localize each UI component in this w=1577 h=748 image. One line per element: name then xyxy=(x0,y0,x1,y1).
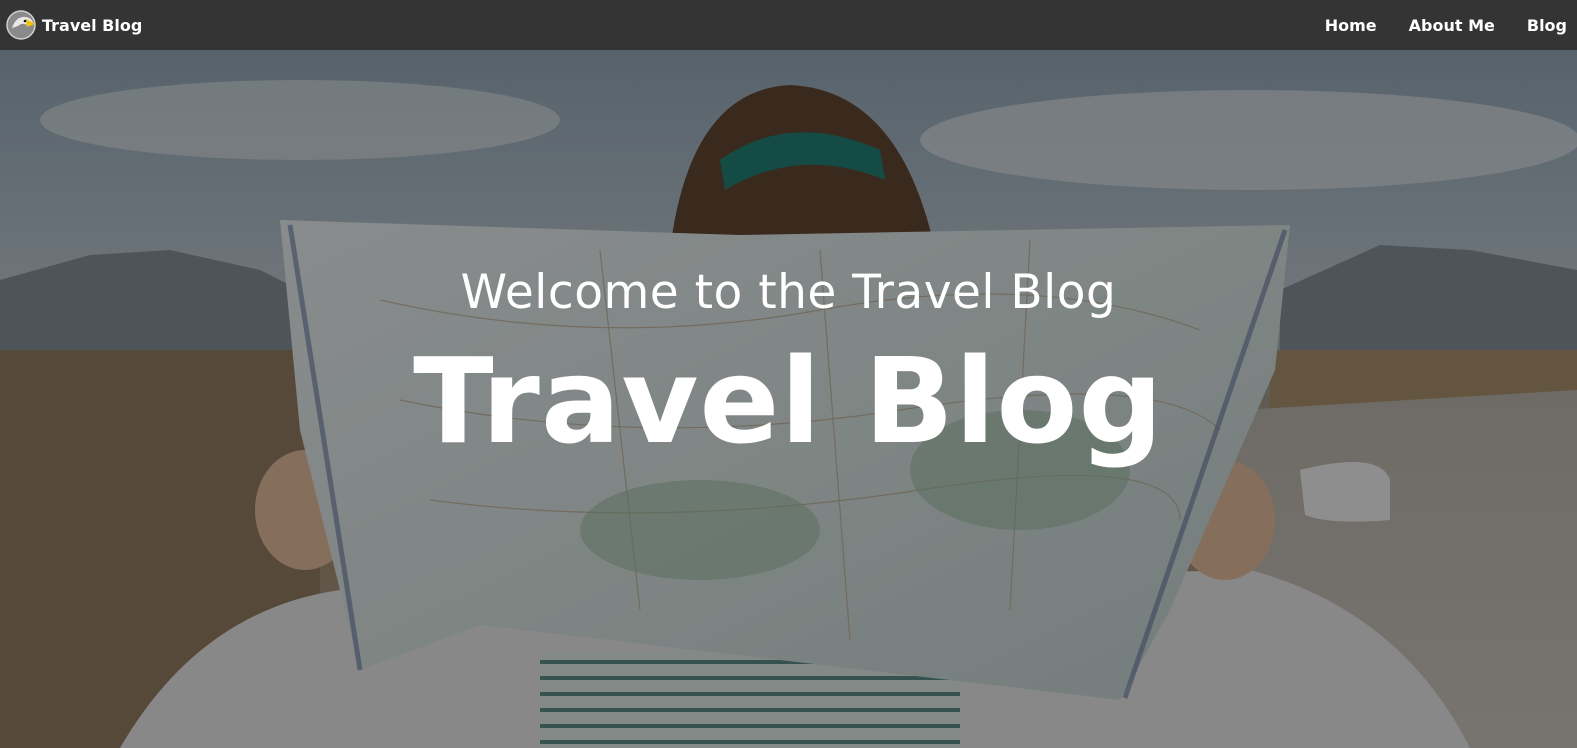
eagle-logo-icon xyxy=(6,10,36,40)
nav-link-blog[interactable]: Blog xyxy=(1527,16,1567,35)
hero-section: Welcome to the Travel Blog Travel Blog xyxy=(0,50,1577,748)
brand-link[interactable]: Travel Blog xyxy=(6,10,142,40)
nav-link-about-me[interactable]: About Me xyxy=(1409,16,1495,35)
navbar: Travel Blog Home About Me Blog xyxy=(0,0,1577,50)
brand-text: Travel Blog xyxy=(42,15,143,35)
hero-subtitle: Welcome to the Travel Blog xyxy=(460,265,1117,320)
nav-links: Home About Me Blog xyxy=(1325,16,1567,35)
nav-link-home[interactable]: Home xyxy=(1325,16,1377,35)
hero-title: Travel Blog xyxy=(413,332,1164,470)
